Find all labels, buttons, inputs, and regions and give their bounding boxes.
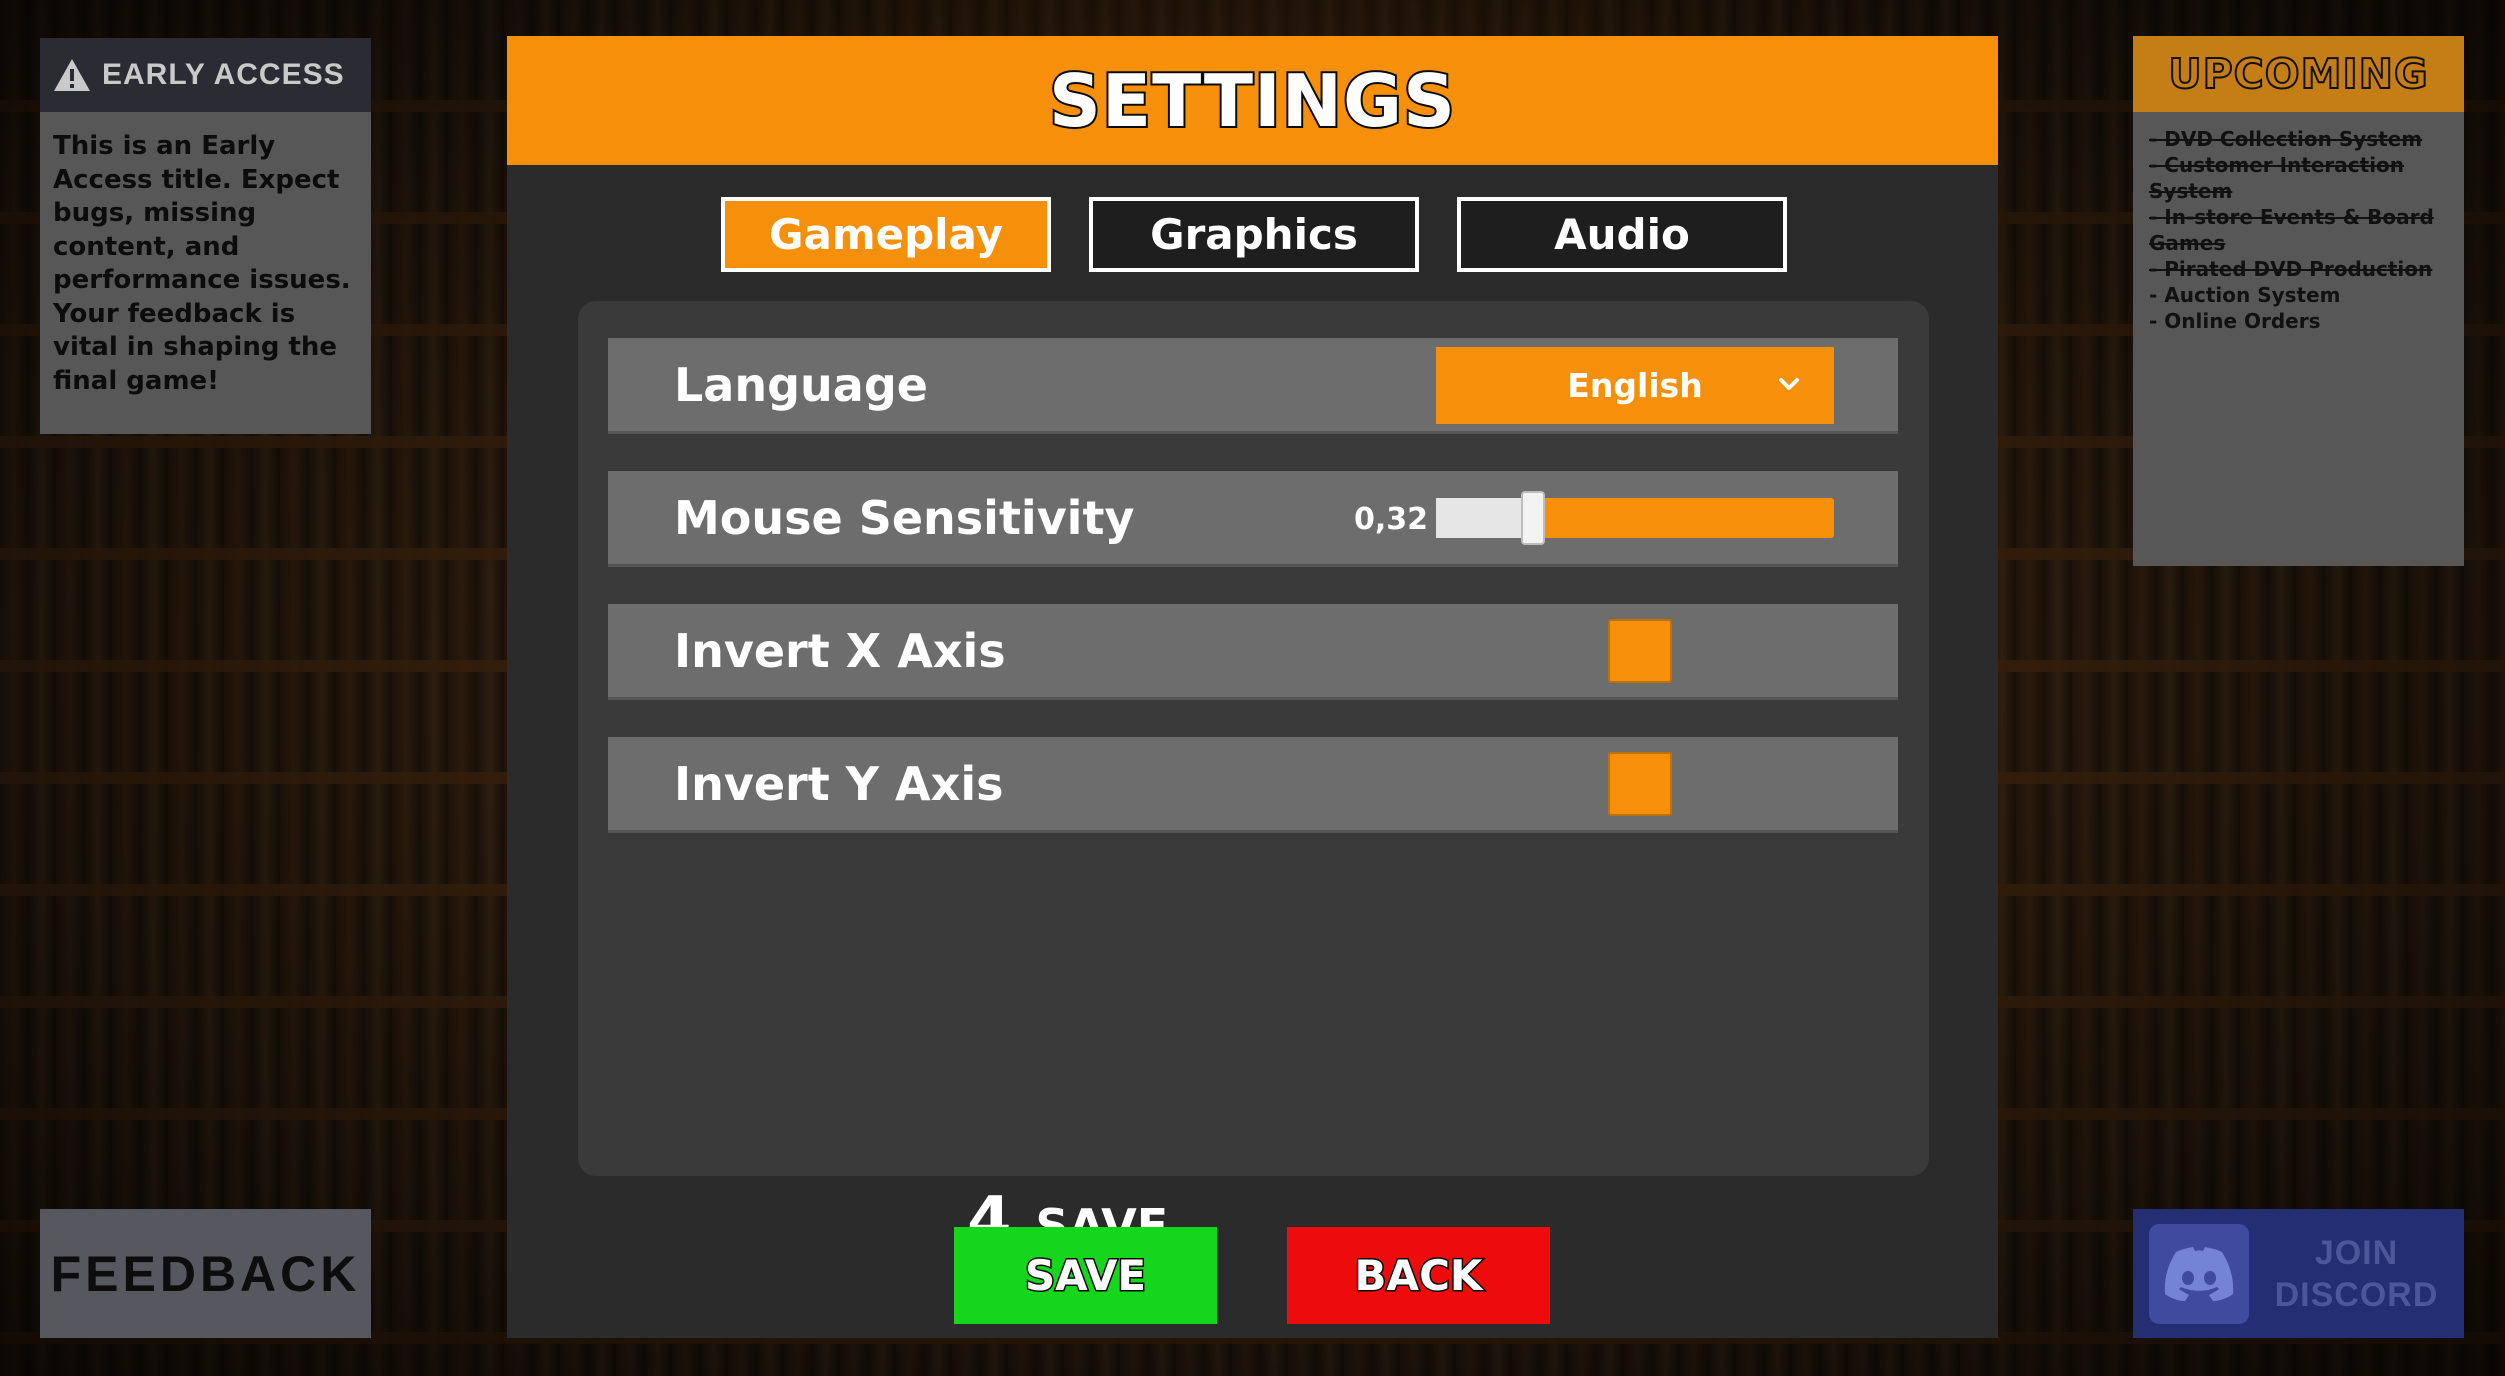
join-discord-label: JOIN DISCORD	[2249, 1232, 2464, 1316]
invert-x-label: Invert X Axis	[674, 623, 1006, 678]
upcoming-panel: UPCOMING - DVD Collection System - Custo…	[2133, 36, 2464, 566]
save-button[interactable]: SAVE	[954, 1227, 1217, 1324]
early-access-header: EARLY ACCESS	[40, 38, 371, 112]
settings-header: SETTINGS	[507, 36, 1998, 165]
upcoming-item: - In-store Events & Board Games	[2149, 205, 2434, 255]
upcoming-title: UPCOMING	[2167, 49, 2429, 99]
join-discord-button[interactable]: JOIN DISCORD	[2133, 1209, 2464, 1338]
settings-tabs: Gameplay Graphics Audio	[721, 197, 1787, 272]
tab-audio[interactable]: Audio	[1457, 197, 1787, 272]
tab-gameplay[interactable]: Gameplay	[721, 197, 1051, 272]
language-value: English	[1567, 366, 1703, 405]
setting-row-invert-x: Invert X Axis	[608, 604, 1898, 700]
slider-handle[interactable]	[1521, 491, 1545, 545]
invert-y-checkbox[interactable]	[1608, 752, 1672, 816]
feedback-button[interactable]: FEEDBACK	[40, 1209, 371, 1338]
join-discord-line2: DISCORD	[2274, 1275, 2439, 1314]
upcoming-item: - Auction System	[2149, 283, 2341, 307]
tab-graphics[interactable]: Graphics	[1089, 197, 1419, 272]
upcoming-list: - DVD Collection System - Customer Inter…	[2133, 112, 2464, 334]
upcoming-item: - DVD Collection System	[2149, 127, 2423, 151]
discord-icon	[2149, 1223, 2249, 1324]
back-button[interactable]: BACK	[1287, 1227, 1550, 1324]
upcoming-header: UPCOMING	[2133, 36, 2464, 112]
join-discord-line1: JOIN	[2314, 1233, 2399, 1272]
mouse-sensitivity-value: 0,32	[1354, 501, 1429, 537]
setting-row-language: Language English	[608, 338, 1898, 434]
early-access-panel: EARLY ACCESS This is an Early Access tit…	[40, 38, 371, 434]
settings-content: Language English Mouse Sensitivity 0,32 …	[578, 301, 1929, 1176]
upcoming-item: - Customer Interaction System	[2149, 153, 2405, 203]
slider-fill	[1436, 498, 1533, 538]
early-access-title: EARLY ACCESS	[102, 58, 345, 91]
settings-modal: SETTINGS Gameplay Graphics Audio Languag…	[507, 36, 1998, 1338]
setting-row-invert-y: Invert Y Axis	[608, 737, 1898, 833]
early-access-message: This is an Early Access title. Expect bu…	[53, 131, 351, 396]
invert-x-checkbox[interactable]	[1608, 619, 1672, 683]
chevron-down-icon	[1779, 378, 1799, 390]
mouse-sensitivity-label: Mouse Sensitivity	[674, 490, 1135, 545]
upcoming-item: - Pirated DVD Production	[2149, 257, 2433, 281]
settings-title: SETTINGS	[1047, 57, 1457, 145]
setting-row-mouse-sensitivity: Mouse Sensitivity 0,32	[608, 471, 1898, 567]
invert-y-label: Invert Y Axis	[674, 756, 1004, 811]
language-label: Language	[674, 357, 928, 412]
language-dropdown[interactable]: English	[1436, 347, 1834, 424]
mouse-sensitivity-slider[interactable]	[1436, 491, 1834, 545]
warning-icon	[54, 59, 90, 91]
upcoming-item: - Online Orders	[2149, 309, 2321, 333]
